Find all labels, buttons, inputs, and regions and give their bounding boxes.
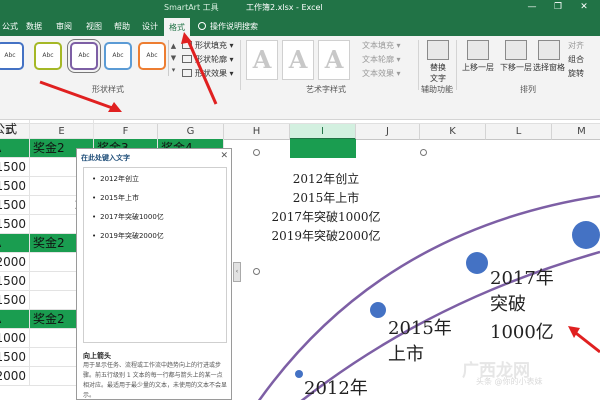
annotation-arrowhead-format-tab	[181, 32, 192, 44]
milestone-label-2015-year[interactable]: 2015年	[388, 314, 452, 340]
milestone-label-2017-amount[interactable]: 1000亿	[490, 318, 554, 344]
annotation-arrow-shape-styles	[39, 80, 119, 112]
selected-cell-i	[290, 139, 356, 158]
text-pane-item[interactable]: 2012年创立	[92, 174, 139, 184]
text-pane-toggle[interactable]: ‹	[233, 262, 241, 282]
summary-line-2: 2015年上市	[292, 191, 360, 205]
smartart-text-pane: 在此处键入文字 ✕ 2012年创立 2015年上市 2017年突破1000亿 2…	[76, 148, 232, 400]
layout-name: 向上箭头	[83, 352, 111, 360]
summary-line-1: 2012年创立	[292, 172, 360, 186]
milestone-dot-2017[interactable]	[466, 252, 488, 274]
milestone-dot-2015[interactable]	[370, 302, 386, 318]
text-pane-item[interactable]: 2015年上市	[92, 193, 139, 203]
watermark-handle: 头条 @你的小表妹	[476, 377, 543, 386]
milestone-label-2017-year[interactable]: 2017年	[490, 264, 554, 290]
milestone-dot-2019[interactable]	[572, 221, 600, 249]
text-pane-item[interactable]: 2019年突破2000亿	[92, 231, 164, 241]
layout-description: 用于显示任务、流程或工作流中趋势向上的行进或步骤。前五行级别 1 文本的每一行都…	[83, 362, 228, 399]
annotation-arrow-format-tab	[186, 39, 218, 105]
resize-handle-top[interactable]	[420, 149, 427, 156]
close-icon[interactable]: ✕	[220, 151, 228, 161]
text-pane-editor[interactable]: 2012年创立 2015年上市 2017年突破1000亿 2019年突破2000…	[83, 167, 227, 343]
milestone-dot-2012[interactable]	[295, 370, 303, 378]
text-pane-title: 在此处键入文字	[81, 154, 130, 162]
summary-line-3: 2017年突破1000亿	[271, 210, 381, 224]
milestone-label-2015-event[interactable]: 上市	[388, 340, 424, 366]
resize-handle-left[interactable]	[253, 268, 260, 275]
text-pane-item[interactable]: 2017年突破1000亿	[92, 212, 164, 222]
milestone-label-2017-event[interactable]: 突破	[490, 290, 526, 316]
resize-handle-top-left[interactable]	[253, 149, 260, 156]
summary-line-4: 2019年突破2000亿	[271, 229, 381, 243]
milestone-label-2012[interactable]: 2012年	[304, 374, 368, 400]
